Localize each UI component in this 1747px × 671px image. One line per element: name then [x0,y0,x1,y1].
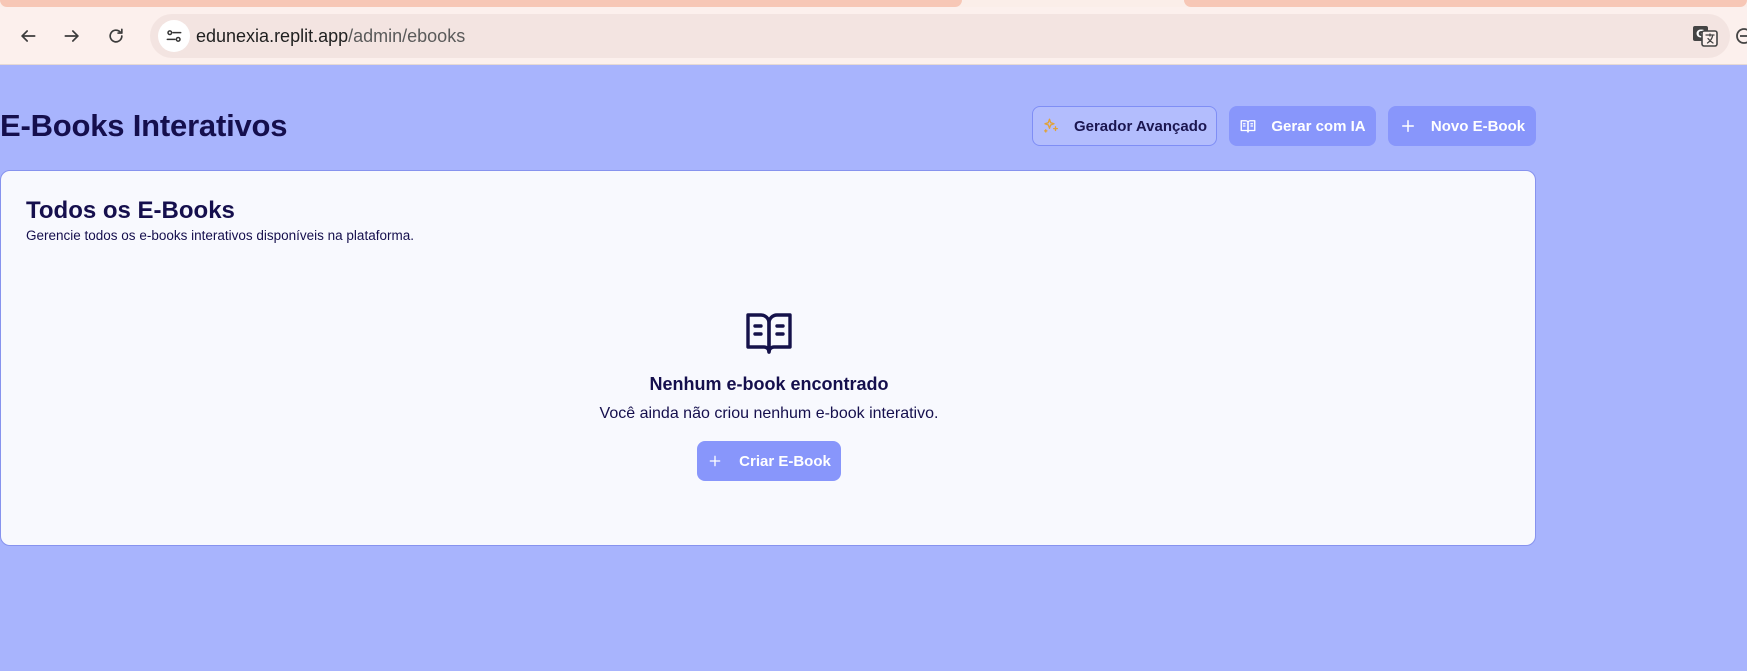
url-host: edunexia.replit.app [196,26,349,46]
book-icon [1240,120,1256,133]
ebooks-card: Todos os E-Books Gerencie todos os e-boo… [0,170,1536,546]
open-book-icon [746,313,792,354]
browser-toolbar: edunexia.replit.app/admin/ebooks G [0,7,1747,65]
sparkles-icon [1043,118,1058,133]
browser-tab[interactable] [1184,0,1747,7]
back-arrow-icon[interactable] [13,21,43,51]
browser-tab-strip [0,0,1747,7]
url-path: /admin/ebooks [348,26,466,46]
plus-icon [1401,120,1414,132]
address-bar[interactable]: edunexia.replit.app/admin/ebooks G [150,14,1747,58]
page-title: E-Books Interativos [0,108,288,143]
advanced-generator-button[interactable]: Gerador Avançado [1032,106,1217,146]
empty-state-title: Nenhum e-book encontrado [649,374,889,394]
url-text[interactable]: edunexia.replit.app/admin/ebooks [196,26,465,47]
new-ebook-button[interactable]: Novo E-Book [1388,106,1536,146]
advanced-generator-label: Gerador Avançado [1073,117,1208,135]
card-subtitle: Gerencie todos os e-books interativos di… [26,228,414,243]
card-title: Todos os E-Books [26,197,235,224]
translate-icon[interactable]: G [1692,24,1718,48]
browser-tab-active[interactable] [0,0,962,7]
forward-arrow-icon[interactable] [57,21,87,51]
empty-state-message: Você ainda não criou nenhum e-book inter… [599,405,939,422]
plus-icon [709,455,721,467]
new-ebook-label: Novo E-Book [1430,117,1526,135]
generate-with-ai-label: Gerar com IA [1271,117,1366,135]
extension-icon[interactable] [1734,26,1747,46]
generate-with-ai-button[interactable]: Gerar com IA [1229,106,1376,146]
create-ebook-button[interactable]: Criar E-Book [697,441,841,481]
reload-icon[interactable] [101,21,131,51]
site-settings-icon[interactable] [158,20,190,52]
create-ebook-label: Criar E-Book [739,452,831,470]
